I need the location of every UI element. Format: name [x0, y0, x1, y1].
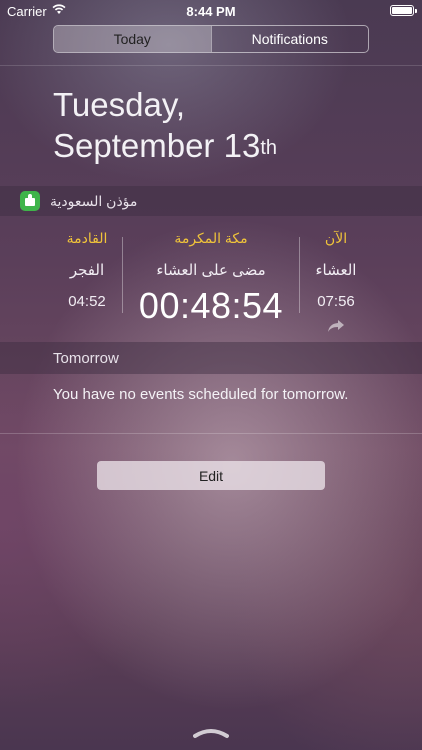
date-ordinal-suffix: th: [260, 137, 277, 159]
tomorrow-message: You have no events scheduled for tomorro…: [53, 386, 349, 403]
next-prayer-name: الفجر: [69, 262, 105, 279]
elapsed-caption: مضى على العشاء: [156, 262, 266, 279]
next-prayer-header: القادمة: [66, 230, 108, 246]
battery-icon: [390, 5, 417, 16]
city-name: مكة المكرمة: [174, 230, 248, 246]
widget-header[interactable]: مؤذن السعودية: [0, 186, 422, 216]
tab-notifications[interactable]: Notifications: [210, 26, 369, 52]
current-prayer-column: الآن العشاء 07:56: [305, 230, 367, 310]
city-column: مكة المكرمة مضى على العشاء 00:48:54: [128, 230, 294, 327]
next-prayer-time: 04:52: [68, 293, 106, 310]
current-prayer-header: الآن: [324, 230, 348, 246]
current-prayer-name: العشاء: [315, 262, 357, 279]
share-arrow-icon[interactable]: [327, 319, 345, 333]
status-bar: Carrier 8:44 PM: [0, 0, 422, 22]
tomorrow-title: Tomorrow: [53, 350, 119, 367]
status-time: 8:44 PM: [186, 4, 236, 19]
current-prayer-time: 07:56: [317, 293, 355, 310]
edit-button[interactable]: Edit: [97, 461, 325, 490]
tomorrow-divider: [0, 433, 422, 434]
date-month-day: September 13: [53, 127, 261, 164]
chevron-up-handle-icon[interactable]: [193, 727, 229, 739]
next-prayer-column: القادمة الفجر 04:52: [58, 230, 116, 310]
column-divider-right: [299, 237, 300, 313]
view-segmented-control: Today Notifications: [53, 25, 369, 53]
tab-today[interactable]: Today: [54, 26, 211, 52]
elapsed-timer: 00:48:54: [138, 285, 284, 326]
date-day: September 13th: [53, 125, 277, 166]
date-heading: Tuesday, September 13th: [53, 84, 277, 166]
date-weekday: Tuesday,: [53, 86, 186, 123]
widget-app-name: مؤذن السعودية: [50, 193, 138, 209]
column-divider-left: [122, 237, 123, 313]
tomorrow-header: Tomorrow: [0, 342, 422, 374]
mosque-app-icon: [20, 191, 40, 211]
header-divider: [0, 65, 422, 66]
